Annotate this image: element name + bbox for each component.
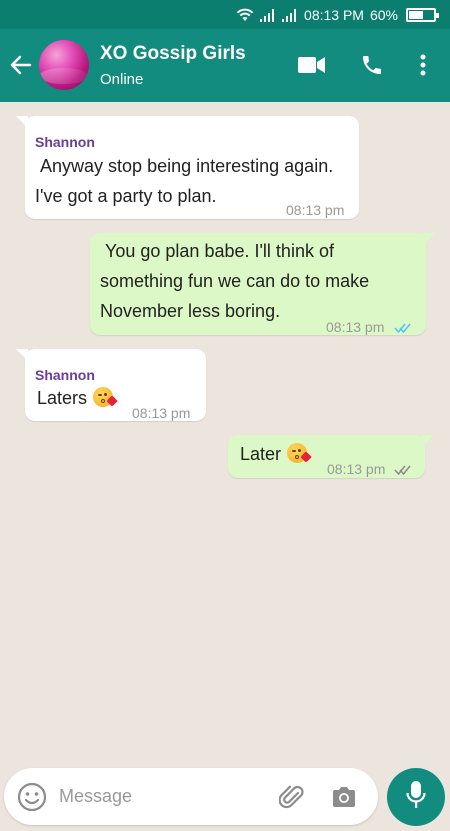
battery-icon xyxy=(406,7,439,22)
avatar[interactable] xyxy=(39,40,89,90)
message-outgoing[interactable]: You go plan babe. I'll think of somethin… xyxy=(90,233,435,335)
message-time: 08:13 pm xyxy=(286,202,345,218)
message-text-line: You go plan babe. I'll think of xyxy=(100,241,334,261)
mic-button[interactable] xyxy=(387,768,445,826)
bubble-tail xyxy=(16,116,28,128)
message-incoming[interactable]: Shannon Anyway stop being interesting ag… xyxy=(16,116,359,219)
bubble-tail xyxy=(16,349,28,361)
status-time: 08:13 PM xyxy=(304,6,364,23)
video-call-icon[interactable] xyxy=(298,56,326,79)
message-text: Laters xyxy=(37,388,88,408)
signal-icon xyxy=(282,8,298,22)
attachment-icon[interactable] xyxy=(278,784,305,815)
face-blowing-kiss-icon xyxy=(93,387,118,407)
double-check-delivered-icon xyxy=(394,456,412,485)
chat-area[interactable]: Shannon Anyway stop being interesting ag… xyxy=(0,102,450,831)
chat-title[interactable]: XO Gossip Girls xyxy=(100,43,246,65)
message-outgoing[interactable]: Later 08:13 pm xyxy=(228,435,434,478)
bubble-tail xyxy=(422,435,434,447)
battery-percent: 60% xyxy=(369,6,398,23)
message-time: 08:13 pm xyxy=(327,461,386,477)
face-blowing-kiss-icon xyxy=(287,443,312,463)
back-arrow-icon[interactable] xyxy=(10,55,32,80)
message-text-line: I've got a party to plan. xyxy=(35,186,217,206)
mic-icon xyxy=(406,780,426,815)
chat-header: XO Gossip Girls Online xyxy=(0,29,450,102)
signal-icon xyxy=(260,8,276,22)
double-check-read-icon xyxy=(394,314,412,343)
status-bar: 08:13 PM 60% xyxy=(0,0,450,29)
message-input[interactable] xyxy=(59,782,259,810)
message-text-line: Later xyxy=(240,440,312,469)
emoji-icon[interactable] xyxy=(17,782,47,817)
message-text-line: November less boring. xyxy=(100,301,281,321)
more-vert-icon[interactable] xyxy=(420,54,426,81)
message-time: 08:13 pm xyxy=(326,319,385,335)
message-text-line: something fun we can do to make xyxy=(100,271,370,291)
phone-icon[interactable] xyxy=(360,53,384,82)
message-text-line: Laters xyxy=(37,384,118,413)
chat-status: Online xyxy=(100,71,144,88)
camera-icon[interactable] xyxy=(331,786,357,813)
battery-level xyxy=(409,10,424,19)
message-time: 08:13 pm xyxy=(132,405,191,421)
message-incoming[interactable]: Shannon Laters 08:13 pm xyxy=(16,349,206,421)
wifi-icon xyxy=(236,8,254,22)
message-text-line: Anyway stop being interesting again. xyxy=(35,156,334,176)
bubble-tail xyxy=(423,233,435,245)
message-text: Later xyxy=(240,444,282,464)
message-composer xyxy=(4,768,378,825)
